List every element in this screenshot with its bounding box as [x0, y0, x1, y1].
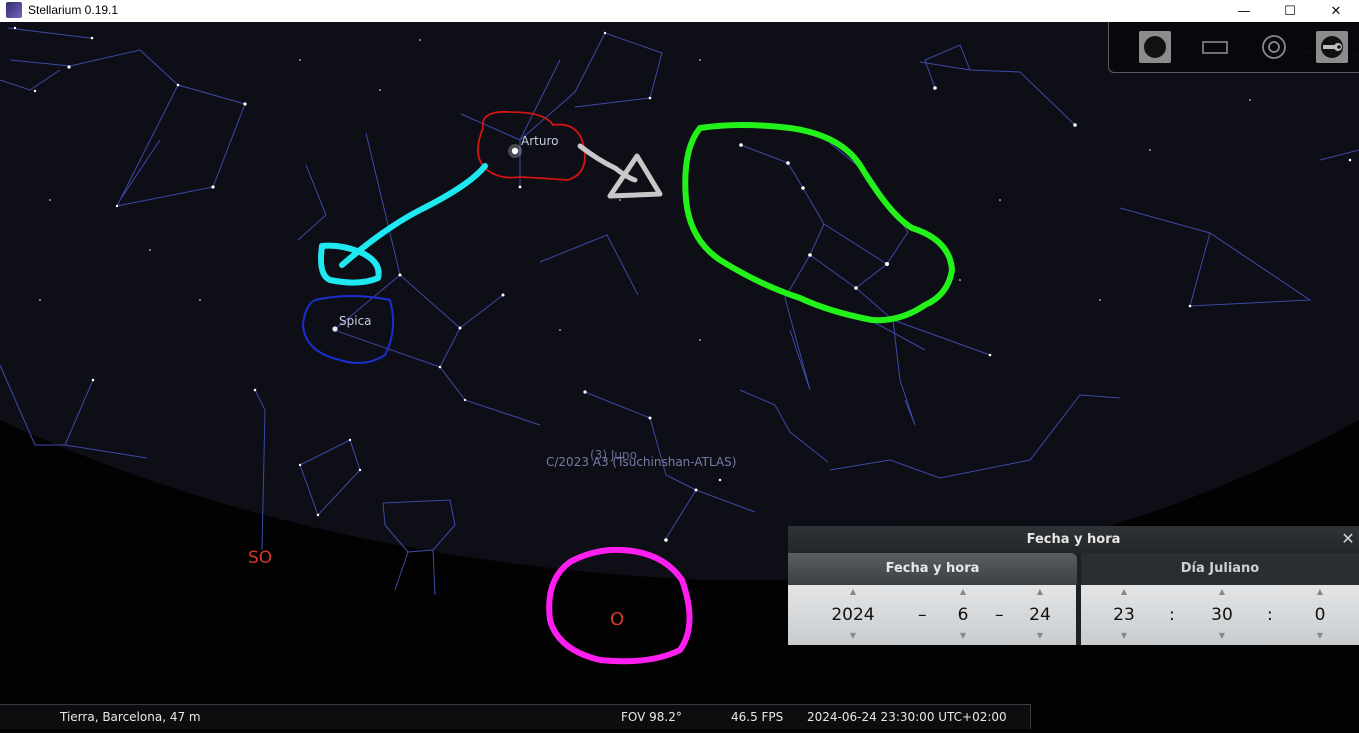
month-up-icon[interactable]: ▲: [946, 587, 980, 596]
frame-icon[interactable]: [1199, 31, 1231, 63]
minute-value[interactable]: 30: [1205, 605, 1239, 625]
day-down-icon[interactable]: ▼: [1023, 631, 1057, 640]
arturo-glow: [508, 144, 522, 158]
date-separator: –: [995, 605, 1004, 625]
stellarium-app-icon: [6, 2, 22, 18]
tab-dia-juliano[interactable]: Día Juliano: [1081, 553, 1359, 585]
month-spinbox[interactable]: ▲ 6 ▼: [946, 585, 980, 645]
day-up-icon[interactable]: ▲: [1023, 587, 1057, 596]
date-separator: –: [918, 605, 927, 625]
second-spinbox[interactable]: ▲ 0 ▼: [1303, 585, 1337, 645]
spica-star[interactable]: [332, 326, 338, 332]
comet-label: C/2023 A3 (Tsuchinshan-ATLAS): [546, 455, 736, 469]
cardinal-so-label: SO: [248, 548, 272, 568]
window-titlebar: Stellarium 0.19.1 — ☐ ✕: [0, 0, 1359, 22]
day-value[interactable]: 24: [1023, 605, 1057, 625]
window-title: Stellarium 0.19.1: [28, 3, 119, 17]
time-separator: :: [1267, 605, 1273, 625]
minimize-button[interactable]: —: [1221, 0, 1267, 22]
minute-spinbox[interactable]: ▲ 30 ▼: [1205, 585, 1239, 645]
location-status[interactable]: Tierra, Barcelona, 47 m: [60, 710, 201, 724]
target-icon[interactable]: [1258, 31, 1290, 63]
second-value[interactable]: 0: [1303, 605, 1337, 625]
time-panel: ▲ 23 ▼ : ▲ 30 ▼ : ▲ 0 ▼: [1081, 585, 1359, 645]
tab-fecha-y-hora[interactable]: Fecha y hora: [788, 553, 1077, 585]
fps-status: 46.5 FPS: [731, 710, 784, 724]
hour-down-icon[interactable]: ▼: [1107, 631, 1141, 640]
year-up-icon[interactable]: ▲: [816, 587, 890, 596]
spica-label: Spica: [339, 314, 372, 328]
planet-icon[interactable]: [1139, 31, 1171, 63]
second-down-icon[interactable]: ▼: [1303, 631, 1337, 640]
hour-value[interactable]: 23: [1107, 605, 1141, 625]
datetime-status[interactable]: 2024-06-24 23:30:00 UTC+02:00: [807, 710, 1007, 724]
hour-spinbox[interactable]: ▲ 23 ▼: [1107, 585, 1141, 645]
datetime-window-title[interactable]: Fecha y hora: [788, 526, 1359, 553]
year-down-icon[interactable]: ▼: [816, 631, 890, 640]
fov-status: FOV 98.2°: [621, 710, 682, 724]
month-down-icon[interactable]: ▼: [946, 631, 980, 640]
datetime-window: Fecha y hora ✕ Fecha y hora Día Juliano …: [788, 526, 1359, 645]
wrench-icon[interactable]: [1316, 31, 1348, 63]
datetime-window-close-icon[interactable]: ✕: [1339, 530, 1357, 548]
year-value[interactable]: 2024: [816, 605, 890, 625]
month-value[interactable]: 6: [946, 605, 980, 625]
year-spinbox[interactable]: ▲ 2024 ▼: [816, 585, 890, 645]
hour-up-icon[interactable]: ▲: [1107, 587, 1141, 596]
maximize-button[interactable]: ☐: [1267, 0, 1313, 22]
second-up-icon[interactable]: ▲: [1303, 587, 1337, 596]
status-bar: Tierra, Barcelona, 47 m FOV 98.2° 46.5 F…: [0, 704, 1031, 729]
minute-down-icon[interactable]: ▼: [1205, 631, 1239, 640]
day-spinbox[interactable]: ▲ 24 ▼: [1023, 585, 1057, 645]
close-button[interactable]: ✕: [1313, 0, 1359, 22]
top-right-toolbar: [1108, 22, 1359, 73]
time-separator: :: [1169, 605, 1175, 625]
minute-up-icon[interactable]: ▲: [1205, 587, 1239, 596]
cardinal-o-label: O: [610, 609, 624, 630]
arturo-label: Arturo: [521, 134, 558, 148]
date-panel: ▲ 2024 ▼ – ▲ 6 ▼ – ▲ 24 ▼: [788, 585, 1076, 645]
